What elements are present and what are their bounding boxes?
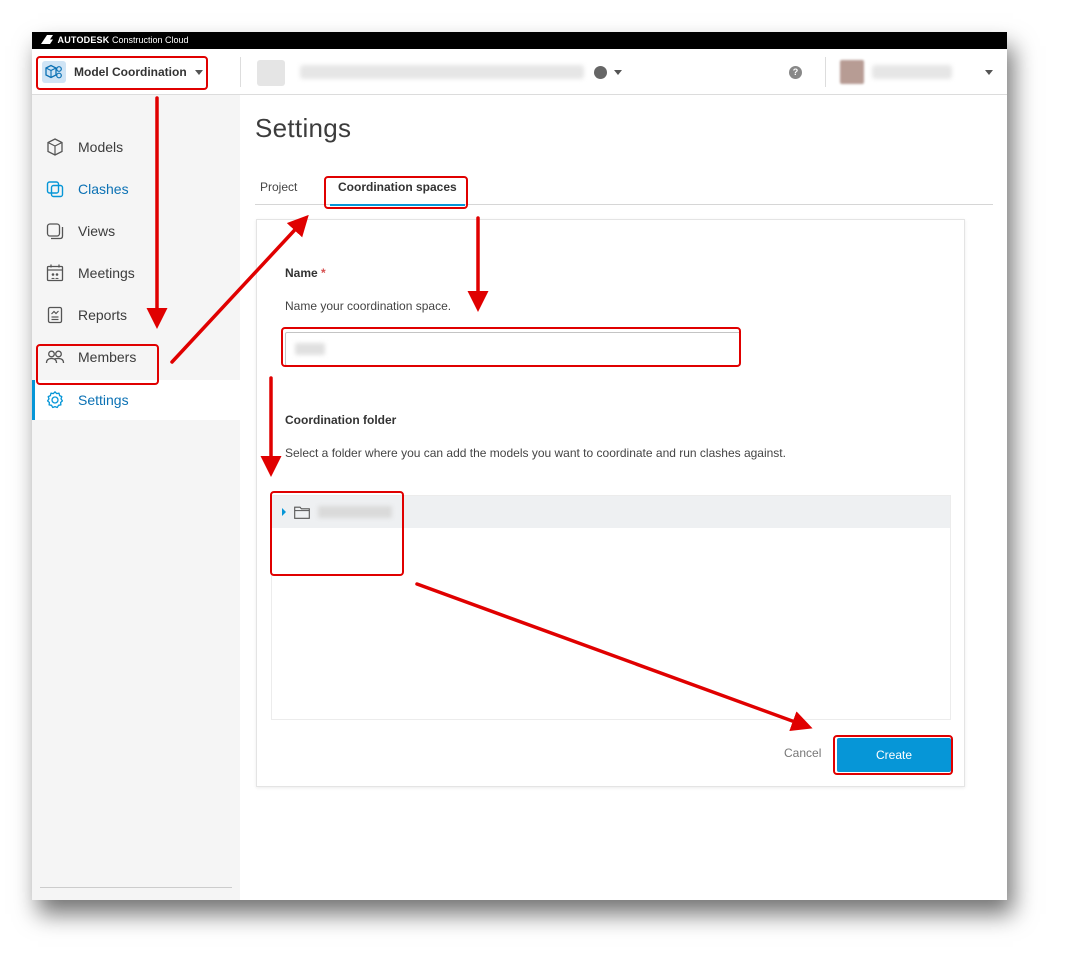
- divider: [825, 57, 826, 87]
- folder-icon: [294, 506, 310, 519]
- cancel-button[interactable]: Cancel: [784, 746, 821, 760]
- sidebar-item-settings[interactable]: Settings: [32, 380, 240, 420]
- create-button[interactable]: Create: [837, 738, 951, 772]
- cube-icon: [47, 138, 63, 156]
- module-name: Model Coordination: [74, 65, 187, 79]
- brand-bar: AUTODESK Construction Cloud: [32, 32, 1007, 49]
- name-input[interactable]: [285, 332, 741, 366]
- members-icon: [45, 350, 65, 364]
- views-icon: [46, 223, 64, 240]
- sidebar-item-meetings[interactable]: Meetings: [32, 256, 240, 290]
- page-title: Settings: [255, 113, 352, 143]
- name-label-text: Name: [285, 266, 318, 280]
- required-mark: *: [321, 266, 326, 280]
- sidebar-item-label: Reports: [78, 307, 128, 323]
- module-picker[interactable]: Model Coordination: [38, 56, 208, 88]
- tree-row[interactable]: [272, 496, 950, 528]
- app-window: AUTODESK Construction Cloud Model Coordi…: [32, 32, 1007, 900]
- project-name-redacted[interactable]: [300, 65, 584, 79]
- coordination-space-form: Name * Name your coordination space. Coo…: [256, 219, 965, 787]
- folder-name-redacted: [318, 506, 392, 518]
- folder-field-label: Coordination folder: [285, 413, 397, 427]
- screenshot-stage: AUTODESK Construction Cloud Model Coordi…: [0, 0, 1072, 966]
- sidebar-item-label: Clashes: [78, 181, 129, 197]
- project-thumbnail[interactable]: [257, 60, 285, 86]
- sidebar-item-label: Views: [78, 223, 116, 239]
- folder-field-description: Select a folder where you can add the mo…: [285, 446, 786, 460]
- tab-bar: Project Coordination spaces: [255, 181, 993, 206]
- reports-icon: [47, 306, 63, 324]
- sidebar-item-reports[interactable]: Reports: [32, 298, 240, 332]
- sidebar-item-members[interactable]: Members: [32, 340, 240, 374]
- autodesk-logo-icon: [41, 35, 53, 44]
- divider: [240, 57, 241, 87]
- tab-coordination-spaces[interactable]: Coordination spaces: [330, 181, 465, 206]
- meetings-icon: [46, 264, 64, 282]
- sidebar-item-clashes[interactable]: Clashes: [32, 172, 240, 206]
- top-bar: Model Coordination ?: [32, 49, 1007, 95]
- divider: [40, 887, 232, 888]
- chevron-down-icon[interactable]: [985, 70, 993, 75]
- sidebar-item-label: Settings: [78, 392, 129, 408]
- user-name-redacted[interactable]: [872, 65, 952, 79]
- chevron-down-icon: [194, 69, 203, 75]
- help-icon[interactable]: ?: [789, 66, 802, 79]
- chevron-down-icon[interactable]: [614, 70, 622, 75]
- sidebar-item-label: Meetings: [78, 265, 135, 281]
- sidebar-item-label: Models: [78, 139, 124, 155]
- model-coordination-icon: [42, 61, 66, 83]
- name-field-description: Name your coordination space.: [285, 299, 452, 313]
- gear-icon: [46, 391, 64, 409]
- avatar[interactable]: [840, 60, 864, 84]
- globe-icon[interactable]: [594, 66, 607, 79]
- brand-product: Construction Cloud: [111, 35, 189, 45]
- sidebar-item-views[interactable]: Views: [32, 214, 240, 248]
- expand-arrow-icon[interactable]: [282, 508, 286, 516]
- brand-name: AUTODESK: [57, 35, 110, 45]
- clashes-icon: [46, 181, 64, 198]
- sidebar: Models Clashes Views Meetings Reports Me…: [32, 95, 240, 900]
- main-content: Settings Project Coordination spaces Nam…: [240, 95, 1007, 900]
- sidebar-item-models[interactable]: Models: [32, 130, 240, 164]
- sidebar-item-label: Members: [78, 349, 137, 365]
- name-field-label: Name *: [285, 266, 326, 280]
- folder-tree: [271, 495, 951, 720]
- tab-project[interactable]: Project: [260, 181, 297, 205]
